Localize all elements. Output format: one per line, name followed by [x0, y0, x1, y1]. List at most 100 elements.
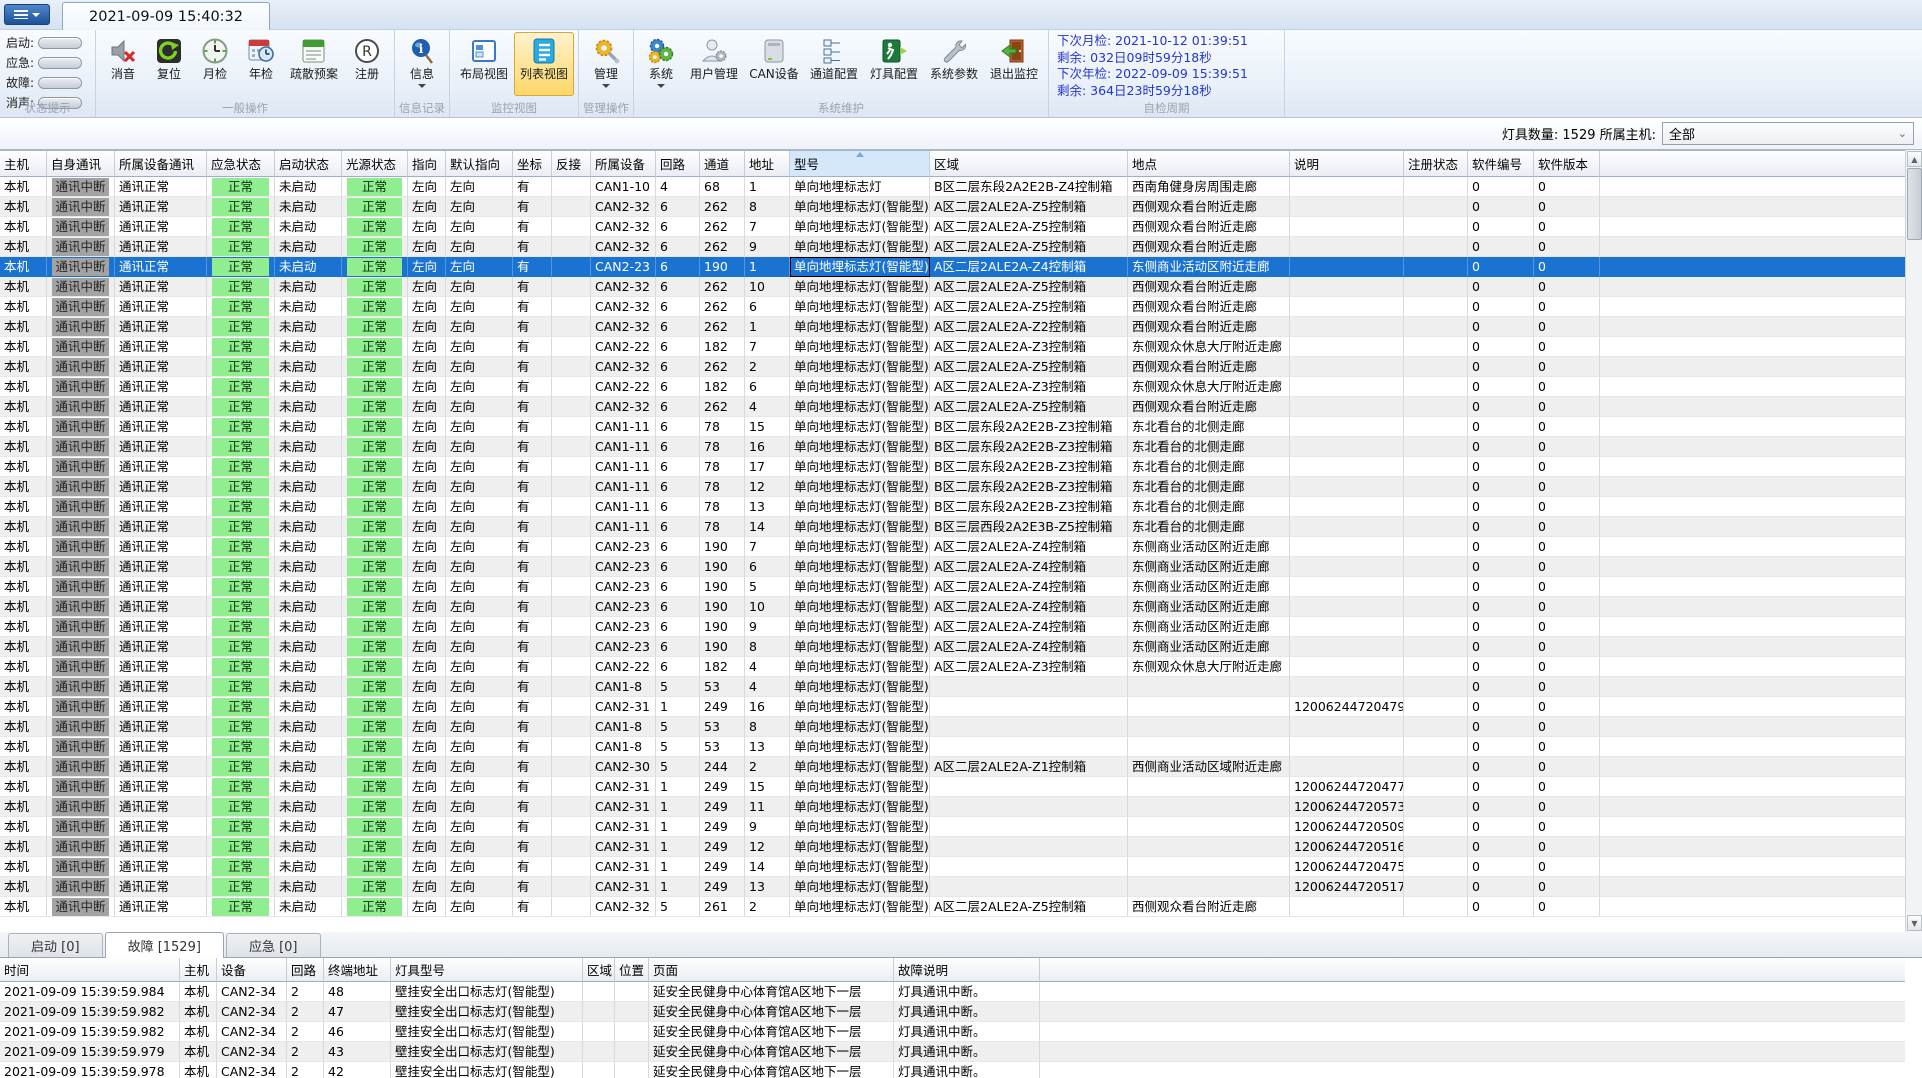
- table-row[interactable]: 本机 通讯中断 通讯正常 正常 未启动 正常 左向 左向有 CAN2-31 1 249 12 单向地埋标…: [0, 837, 1905, 857]
- column-header[interactable]: 软件版本: [1534, 151, 1600, 177]
- fault-row[interactable]: 2021-09-09 15:39:59.982 本机 CAN2-34 2 46 壁挂安全出…: [0, 1022, 1905, 1042]
- column-header[interactable]: 软件编号: [1468, 151, 1534, 177]
- table-row[interactable]: 本机 通讯中断 通讯正常 正常 未启动 正常 左向 左向有 CAN2-32 6 262 8 单向地埋标志…: [0, 197, 1905, 217]
- column-header[interactable]: 时间: [0, 958, 180, 982]
- column-header[interactable]: 页面: [649, 958, 894, 982]
- table-row[interactable]: 本机 通讯中断 通讯正常 正常 未启动 正常 左向 左向有 CAN2-23 6 190 7 单向地埋标志…: [0, 537, 1905, 557]
- column-header[interactable]: 回路: [656, 151, 700, 177]
- column-header[interactable]: 主机: [180, 958, 217, 982]
- monthly-check-button[interactable]: 月检: [192, 32, 238, 96]
- lamp-config-button[interactable]: 灯具配置: [864, 32, 924, 96]
- mute-button[interactable]: 消音: [100, 32, 146, 96]
- table-row[interactable]: 本机 通讯中断 通讯正常 正常 未启动 正常 左向 左向有 CAN2-31 1 249 16 单向地埋标…: [0, 697, 1905, 717]
- table-row[interactable]: 本机 通讯中断 通讯正常 正常 未启动 正常 左向 左向有 CAN2-32 6 262 1 单向地埋标志…: [0, 317, 1905, 337]
- scrollbar-thumb[interactable]: [1907, 168, 1922, 240]
- table-row-selected[interactable]: 本机 通讯中断 通讯正常 正常 未启动 正常 左向 左向有 CAN2-23 6 190 1 单向地埋标志…: [0, 257, 1905, 277]
- column-header[interactable]: 说明: [1290, 151, 1404, 177]
- table-row[interactable]: 本机 通讯中断 通讯正常 正常 未启动 正常 左向 左向有 CAN2-31 1 249 9 单向地埋标志…: [0, 817, 1905, 837]
- column-header[interactable]: 所属设备: [591, 151, 656, 177]
- column-header[interactable]: 区域: [930, 151, 1128, 177]
- column-header[interactable]: 区域: [583, 958, 615, 982]
- fault-row[interactable]: 2021-09-09 15:39:59.978 本机 CAN2-34 2 42 壁挂安全出…: [0, 1062, 1905, 1078]
- table-row[interactable]: 本机 通讯中断 通讯正常 正常 未启动 正常 左向 左向有 CAN1-8 5 53 4 单向地埋标志灯(…: [0, 677, 1905, 697]
- column-header[interactable]: 通道: [700, 151, 745, 177]
- registered-button[interactable]: R 注册: [344, 32, 390, 96]
- manage-button[interactable]: 管理: [583, 32, 629, 96]
- column-header[interactable]: 故障说明: [894, 958, 1040, 982]
- table-row[interactable]: 本机 通讯中断 通讯正常 正常 未启动 正常 左向 左向有 CAN2-22 6 182 4 单向地埋标志…: [0, 657, 1905, 677]
- evacuation-plan-button[interactable]: 疏散预案: [284, 32, 344, 96]
- table-row[interactable]: 本机 通讯中断 通讯正常 正常 未启动 正常 左向 左向有 CAN1-10 4 68 1 单向地埋标志灯…: [0, 177, 1905, 197]
- column-header[interactable]: 所属设备通讯: [115, 151, 207, 177]
- table-row[interactable]: 本机 通讯中断 通讯正常 正常 未启动 正常 左向 左向有 CAN2-32 6 262 10 单向地埋标…: [0, 277, 1905, 297]
- app-menu-button[interactable]: [4, 4, 50, 25]
- tab-start[interactable]: 启动 [0]: [8, 933, 103, 957]
- table-row[interactable]: 本机 通讯中断 通讯正常 正常 未启动 正常 左向 左向有 CAN2-32 6 262 2 单向地埋标志…: [0, 357, 1905, 377]
- column-header[interactable]: 地点: [1128, 151, 1290, 177]
- can-device-button[interactable]: CAN设备: [744, 32, 804, 96]
- scroll-up-button[interactable]: ▲: [1907, 151, 1922, 167]
- column-header[interactable]: 指向: [408, 151, 446, 177]
- list-view-button[interactable]: 列表视图: [514, 32, 574, 96]
- fault-row[interactable]: 2021-09-09 15:39:59.979 本机 CAN2-34 2 43 壁挂安全出…: [0, 1042, 1905, 1062]
- table-row[interactable]: 本机 通讯中断 通讯正常 正常 未启动 正常 左向 左向有 CAN2-32 5 261 2 单向地埋标志…: [0, 897, 1905, 917]
- table-row[interactable]: 本机 通讯中断 通讯正常 正常 未启动 正常 左向 左向有 CAN2-23 6 190 8 单向地埋标志…: [0, 637, 1905, 657]
- table-row[interactable]: 本机 通讯中断 通讯正常 正常 未启动 正常 左向 左向有 CAN1-11 6 78 14 单向地埋标志…: [0, 517, 1905, 537]
- table-row[interactable]: 本机 通讯中断 通讯正常 正常 未启动 正常 左向 左向有 CAN2-23 6 190 6 单向地埋标志…: [0, 557, 1905, 577]
- system-params-button[interactable]: 系统参数: [924, 32, 984, 96]
- table-row[interactable]: 本机 通讯中断 通讯正常 正常 未启动 正常 左向 左向有 CAN1-11 6 78 17 单向地埋标志…: [0, 457, 1905, 477]
- user-manage-button[interactable]: 用户管理: [684, 32, 744, 96]
- reset-button[interactable]: 复位: [146, 32, 192, 96]
- column-header[interactable]: 回路: [287, 958, 324, 982]
- column-header[interactable]: 注册状态: [1404, 151, 1468, 177]
- table-row[interactable]: 本机 通讯中断 通讯正常 正常 未启动 正常 左向 左向有 CAN2-23 6 190 10 单向地埋标…: [0, 597, 1905, 617]
- table-row[interactable]: 本机 通讯中断 通讯正常 正常 未启动 正常 左向 左向有 CAN2-23 6 190 9 单向地埋标志…: [0, 617, 1905, 637]
- table-row[interactable]: 本机 通讯中断 通讯正常 正常 未启动 正常 左向 左向有 CAN2-32 6 262 7 单向地埋标志…: [0, 217, 1905, 237]
- layout-view-button[interactable]: 布局视图: [454, 32, 514, 96]
- host-select[interactable]: 全部 ⌄: [1662, 122, 1914, 145]
- column-header[interactable]: 光源状态: [342, 151, 408, 177]
- table-row[interactable]: 本机 通讯中断 通讯正常 正常 未启动 正常 左向 左向有 CAN2-22 6 182 6 单向地埋标志…: [0, 377, 1905, 397]
- table-row[interactable]: 本机 通讯中断 通讯正常 正常 未启动 正常 左向 左向有 CAN1-8 5 53 13 单向地埋标志灯…: [0, 737, 1905, 757]
- table-row[interactable]: 本机 通讯中断 通讯正常 正常 未启动 正常 左向 左向有 CAN2-23 6 190 5 单向地埋标志…: [0, 577, 1905, 597]
- column-header[interactable]: 反接: [552, 151, 591, 177]
- fault-row[interactable]: 2021-09-09 15:39:59.982 本机 CAN2-34 2 47 壁挂安全出…: [0, 1002, 1905, 1022]
- table-row[interactable]: 本机 通讯中断 通讯正常 正常 未启动 正常 左向 左向有 CAN1-11 6 78 13 单向地埋标志…: [0, 497, 1905, 517]
- column-header[interactable]: 应急状态: [207, 151, 275, 177]
- column-header[interactable]: 自身通讯: [47, 151, 115, 177]
- column-header[interactable]: 默认指向: [446, 151, 513, 177]
- annual-check-button[interactable]: 年检: [238, 32, 284, 96]
- table-row[interactable]: 本机 通讯中断 通讯正常 正常 未启动 正常 左向 左向有 CAN1-11 6 78 12 单向地埋标志…: [0, 477, 1905, 497]
- table-row[interactable]: 本机 通讯中断 通讯正常 正常 未启动 正常 左向 左向有 CAN2-31 1 249 14 单向地埋标…: [0, 857, 1905, 877]
- column-header[interactable]: 型号: [790, 151, 930, 177]
- column-header[interactable]: 启动状态: [275, 151, 342, 177]
- exit-monitor-button[interactable]: 退出监控: [984, 32, 1044, 96]
- table-row[interactable]: 本机 通讯中断 通讯正常 正常 未启动 正常 左向 左向有 CAN2-31 1 249 11 单向地埋标…: [0, 797, 1905, 817]
- channel-config-button[interactable]: 通道配置: [804, 32, 864, 96]
- column-header[interactable]: 坐标: [513, 151, 552, 177]
- table-row[interactable]: 本机 通讯中断 通讯正常 正常 未启动 正常 左向 左向有 CAN2-31 1 249 13 单向地埋标…: [0, 877, 1905, 897]
- tab-emergency[interactable]: 应急 [0]: [225, 933, 321, 957]
- column-header[interactable]: 主机: [0, 151, 47, 177]
- fault-row[interactable]: 2021-09-09 15:39:59.984 本机 CAN2-34 2 48 壁挂安全出…: [0, 982, 1905, 1002]
- tab-fault[interactable]: 故障 [1529]: [104, 932, 224, 958]
- table-row[interactable]: 本机 通讯中断 通讯正常 正常 未启动 正常 左向 左向有 CAN2-32 6 262 6 单向地埋标志…: [0, 297, 1905, 317]
- table-row[interactable]: 本机 通讯中断 通讯正常 正常 未启动 正常 左向 左向有 CAN2-31 1 249 15 单向地埋标…: [0, 777, 1905, 797]
- column-header[interactable]: 位置: [615, 958, 649, 982]
- info-button[interactable]: i 信息: [399, 32, 445, 96]
- timestamp-tab[interactable]: 2021-09-09 15:40:32: [62, 2, 270, 30]
- system-gears-button[interactable]: 系统: [638, 32, 684, 96]
- scroll-down-button[interactable]: ▼: [1907, 915, 1922, 931]
- table-row[interactable]: 本机 通讯中断 通讯正常 正常 未启动 正常 左向 左向有 CAN2-30 5 244 2 单向地埋标志…: [0, 757, 1905, 777]
- table-row[interactable]: 本机 通讯中断 通讯正常 正常 未启动 正常 左向 左向有 CAN1-11 6 78 15 单向地埋标志…: [0, 417, 1905, 437]
- column-header[interactable]: 设备: [217, 958, 287, 982]
- table-row[interactable]: 本机 通讯中断 通讯正常 正常 未启动 正常 左向 左向有 CAN1-11 6 78 16 单向地埋标志…: [0, 437, 1905, 457]
- vertical-scrollbar[interactable]: ▲ ▼: [1905, 150, 1922, 932]
- column-header[interactable]: 终端地址: [324, 958, 391, 982]
- column-header[interactable]: 地址: [745, 151, 790, 177]
- table-row[interactable]: 本机 通讯中断 通讯正常 正常 未启动 正常 左向 左向有 CAN1-8 5 53 8 单向地埋标志灯(…: [0, 717, 1905, 737]
- table-row[interactable]: 本机 通讯中断 通讯正常 正常 未启动 正常 左向 左向有 CAN2-22 6 182 7 单向地埋标志…: [0, 337, 1905, 357]
- table-row[interactable]: 本机 通讯中断 通讯正常 正常 未启动 正常 左向 左向有 CAN2-32 6 262 4 单向地埋标志…: [0, 397, 1905, 417]
- column-header[interactable]: 灯具型号: [391, 958, 583, 982]
- table-row[interactable]: 本机 通讯中断 通讯正常 正常 未启动 正常 左向 左向有 CAN2-32 6 262 9 单向地埋标志…: [0, 237, 1905, 257]
